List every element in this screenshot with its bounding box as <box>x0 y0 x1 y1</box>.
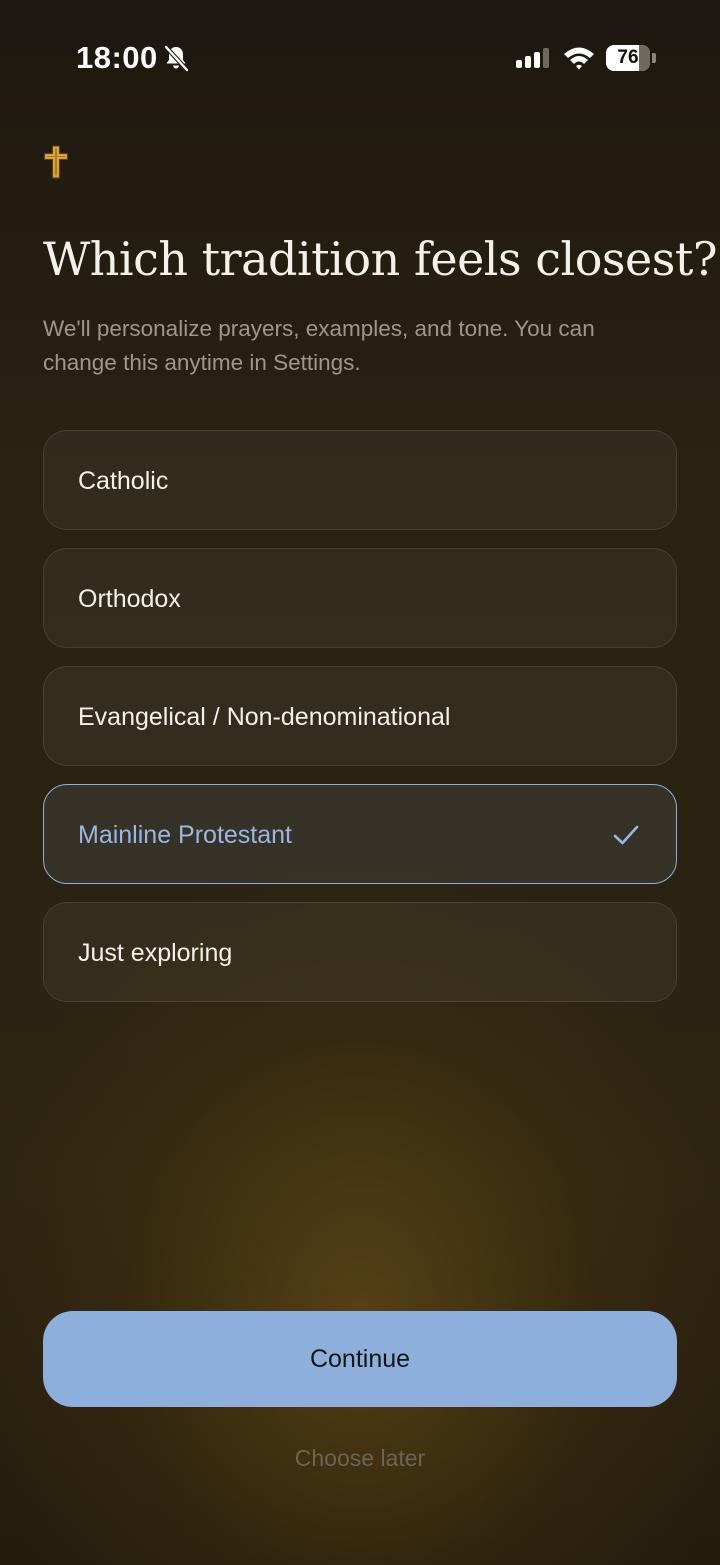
option-label: Mainline Protestant <box>78 821 293 849</box>
battery-icon: 76 <box>606 45 658 71</box>
option-catholic[interactable]: Catholic <box>43 430 677 530</box>
continue-button[interactable]: Continue <box>43 1311 677 1407</box>
option-mainline-protestant[interactable]: Mainline Protestant <box>43 784 677 884</box>
bell-slash-icon <box>163 44 190 72</box>
wifi-icon <box>564 47 594 70</box>
tradition-options: Catholic Orthodox Evangelical / Non-deno… <box>43 430 677 1020</box>
option-evangelical[interactable]: Evangelical / Non-denominational <box>43 666 677 766</box>
option-label: Evangelical / Non-denominational <box>78 703 451 731</box>
status-bar: 18:00 76 <box>0 0 720 116</box>
option-label: Just exploring <box>78 939 233 967</box>
page-subtitle: We'll personalize prayers, examples, and… <box>43 316 595 375</box>
status-time: 18:00 <box>76 40 158 75</box>
option-label: Catholic <box>78 467 169 495</box>
cellular-signal-icon <box>516 48 549 68</box>
choose-later-link[interactable]: Choose later <box>0 1438 720 1478</box>
page-title: Which tradition feels closest? <box>43 232 718 286</box>
option-just-exploring[interactable]: Just exploring <box>43 902 677 1002</box>
option-orthodox[interactable]: Orthodox <box>43 548 677 648</box>
cross-icon <box>43 145 69 179</box>
battery-level: 76 <box>617 47 639 68</box>
checkmark-icon <box>613 825 639 845</box>
option-label: Orthodox <box>78 585 181 613</box>
